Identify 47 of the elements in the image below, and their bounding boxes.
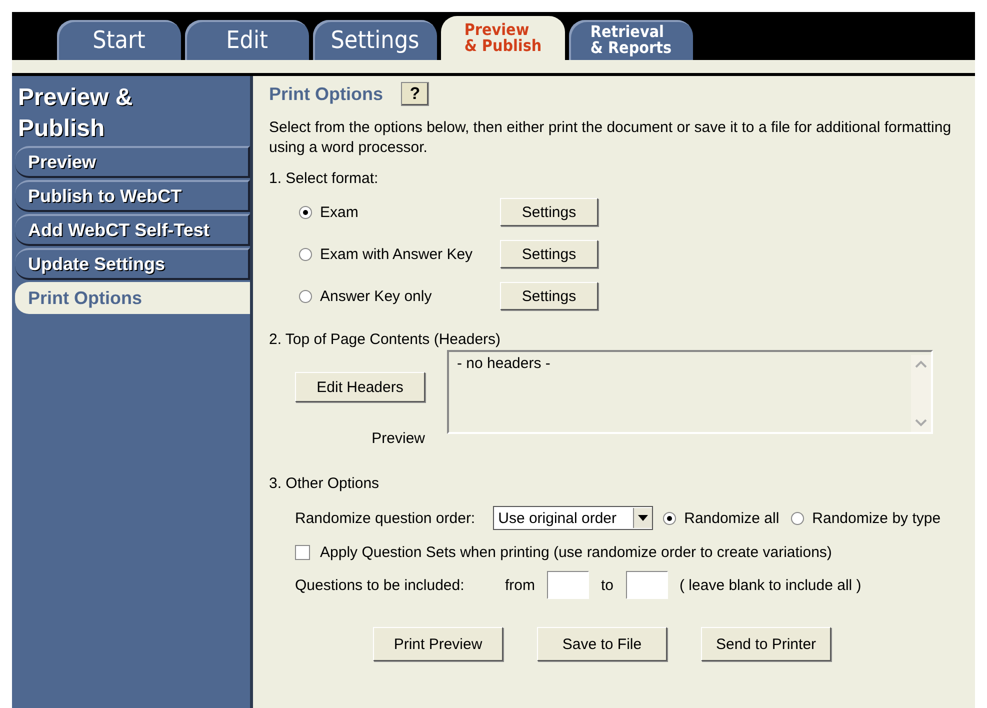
edit-headers-button[interactable]: Edit Headers (295, 372, 425, 402)
sidebar-item[interactable]: Print Options (15, 282, 250, 314)
radio-label: Exam with Answer Key (320, 246, 474, 262)
section-heading: 2. Top of Page Contents (Headers) (269, 331, 502, 348)
sidebar-item[interactable]: Preview (15, 146, 250, 178)
radio-button[interactable] (299, 248, 312, 260)
radio-label: Answer Key only (320, 288, 433, 304)
sidebar-item[interactable]: Publish to WebCT (15, 180, 250, 212)
nav-tab[interactable]: Preview & Publish (441, 16, 565, 60)
page-title: Print Options (269, 84, 383, 104)
field-label: to (601, 576, 614, 594)
settings-button[interactable]: Settings (500, 240, 598, 268)
intro-text: Select from the options below, then either print the document or save it to a file for additional formatting using a word processor. (269, 118, 952, 158)
field-label: Questions to be included: (295, 576, 466, 594)
settings-button[interactable]: Settings (500, 198, 598, 226)
action-button[interactable]: Print Preview (373, 627, 503, 661)
input-field[interactable] (547, 571, 589, 599)
order-dropdown[interactable]: Use original order (493, 506, 654, 530)
nav-tab[interactable]: Edit (185, 20, 309, 60)
field-label: from (505, 576, 535, 594)
preview-text: - no headers - (457, 355, 550, 374)
radio-button[interactable] (299, 206, 312, 218)
radio-label: Randomize by type (812, 510, 941, 526)
action-button[interactable]: Send to Printer (701, 627, 831, 661)
caret-icon (638, 515, 648, 521)
checkbox[interactable] (295, 545, 310, 560)
radio-button[interactable] (663, 512, 676, 524)
nav-tab[interactable]: Retrieval & Reports (569, 20, 693, 60)
nav-tab[interactable]: Settings (313, 20, 437, 60)
checkbox-label: Apply Question Sets when printing (use randomize order to create variations) (320, 544, 832, 561)
radio-label: Randomize all (684, 510, 780, 526)
action-button[interactable]: Save to File (537, 627, 667, 661)
radio-button[interactable] (299, 290, 312, 302)
hint-text: ( leave blank to include all ) (680, 576, 862, 594)
settings-button[interactable]: Settings (500, 282, 598, 310)
radio-button[interactable] (791, 512, 804, 524)
field-label: Randomize question order: (295, 510, 476, 526)
radio-label: Exam (320, 204, 360, 220)
input-field[interactable] (626, 571, 668, 599)
preview-label: Preview (372, 430, 425, 447)
sidebar-title: Preview & Publish (17, 83, 134, 144)
nav-tab[interactable]: Start (57, 20, 181, 60)
sidebar-item[interactable]: Update Settings (15, 248, 250, 280)
sidebar-item[interactable]: Add WebCT Self-Test (15, 214, 250, 246)
section-heading: 3. Other Options (269, 475, 380, 492)
help-button[interactable]: ? (401, 82, 429, 106)
section-heading: 1. Select format: (269, 170, 380, 187)
